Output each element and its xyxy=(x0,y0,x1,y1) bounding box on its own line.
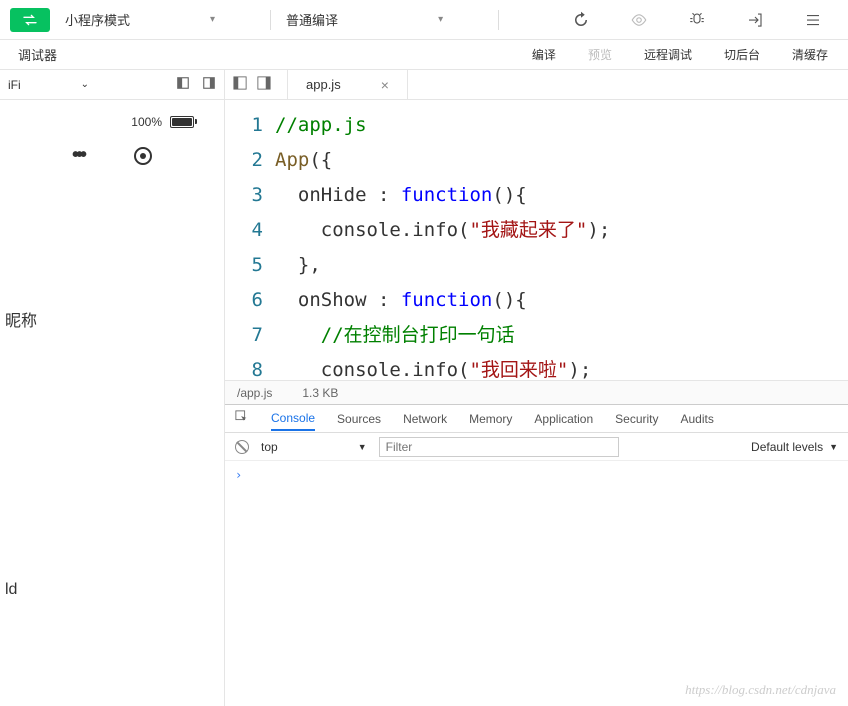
debugger-label: 调试器 xyxy=(18,45,57,64)
wifi-label: iFi xyxy=(8,78,21,92)
filter-input[interactable] xyxy=(379,437,619,457)
line-gutter: 1 2 3 4 5 6 7 8 xyxy=(225,100,275,380)
chevron-down-icon: ▾ xyxy=(438,14,443,25)
separator xyxy=(270,10,271,30)
chevron-down-icon[interactable]: ⌄ xyxy=(81,79,89,90)
inspect-icon[interactable] xyxy=(235,410,249,427)
switch-bg-label: 切后台 xyxy=(724,46,760,63)
separator xyxy=(498,10,499,30)
editor-tab-appjs[interactable]: app.js × xyxy=(287,70,408,100)
remote-debug-action[interactable] xyxy=(672,10,722,30)
switch-bg-action[interactable] xyxy=(730,10,780,30)
tab-filename: app.js xyxy=(306,77,341,92)
tab-memory[interactable]: Memory xyxy=(469,412,512,426)
context-dropdown[interactable]: top ▼ xyxy=(261,440,367,454)
compile-action[interactable] xyxy=(556,10,606,30)
mode-label: 小程序模式 xyxy=(65,10,130,29)
battery-icon xyxy=(170,116,194,128)
code-editor[interactable]: 1 2 3 4 5 6 7 8 //app.js App({ onHide : … xyxy=(225,100,848,380)
console-prompt: › xyxy=(235,468,242,482)
tab-console[interactable]: Console xyxy=(271,411,315,431)
close-icon[interactable]: × xyxy=(381,77,389,93)
sidebar-text-2: ld xyxy=(0,581,224,599)
chevron-down-icon: ▾ xyxy=(210,14,215,25)
panel-icon-2[interactable] xyxy=(202,76,216,93)
eye-icon xyxy=(629,10,649,30)
chevron-down-icon: ▼ xyxy=(358,442,367,452)
tab-application[interactable]: Application xyxy=(534,412,593,426)
stack-icon xyxy=(803,10,823,30)
preview-action[interactable] xyxy=(614,10,664,30)
context-label: top xyxy=(261,440,278,454)
exit-icon xyxy=(745,10,765,30)
levels-label: Default levels xyxy=(751,440,823,454)
tab-network[interactable]: Network xyxy=(403,412,447,426)
swap-icon xyxy=(22,14,38,26)
compile-label: 编译 xyxy=(532,46,556,63)
target-icon[interactable] xyxy=(134,147,152,165)
refresh-icon xyxy=(571,10,591,30)
layout-icon-1[interactable] xyxy=(233,76,247,93)
levels-dropdown[interactable]: Default levels ▼ xyxy=(751,440,838,454)
preview-label: 预览 xyxy=(588,46,612,63)
battery-percent: 100% xyxy=(131,115,162,129)
tab-sources[interactable]: Sources xyxy=(337,412,381,426)
compile-type-dropdown[interactable]: 普通编译 ▾ xyxy=(286,10,443,29)
sidebar-text-1: 昵称 xyxy=(0,307,224,331)
file-path: /app.js xyxy=(237,386,272,400)
compile-run-button[interactable] xyxy=(10,8,50,32)
tab-audits[interactable]: Audits xyxy=(681,412,714,426)
bug-icon xyxy=(687,10,707,30)
file-size: 1.3 KB xyxy=(302,386,338,400)
remote-debug-label: 远程调试 xyxy=(644,46,692,63)
clear-cache-label: 清缓存 xyxy=(792,46,828,63)
tab-security[interactable]: Security xyxy=(615,412,658,426)
panel-icon-1[interactable] xyxy=(176,76,190,93)
clear-cache-action[interactable] xyxy=(788,10,838,30)
console-output[interactable]: › xyxy=(225,461,848,488)
watermark: https://blog.csdn.net/cdnjava xyxy=(685,682,836,698)
chevron-down-icon: ▼ xyxy=(829,442,838,452)
clear-console-icon[interactable] xyxy=(235,440,249,454)
menu-dots-icon[interactable]: ••• xyxy=(72,144,84,167)
compile-type-label: 普通编译 xyxy=(286,10,338,29)
layout-icon-2[interactable] xyxy=(257,76,271,93)
mode-dropdown[interactable]: 小程序模式 ▾ xyxy=(65,10,215,29)
